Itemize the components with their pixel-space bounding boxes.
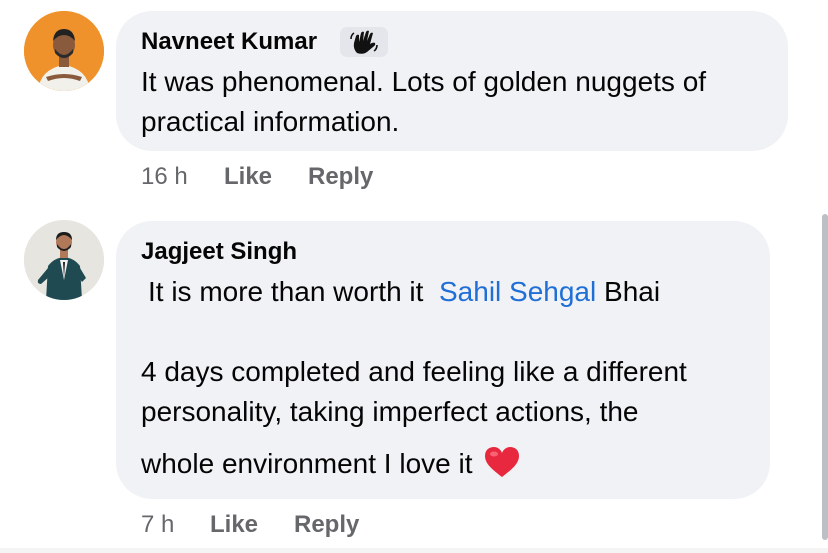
avatar-jagjeet-singh[interactable] — [24, 220, 104, 300]
reply-button[interactable]: Reply — [308, 163, 373, 191]
community-badge[interactable] — [340, 27, 388, 57]
comment-text-segment: Bhai — [604, 276, 661, 307]
divider — [0, 548, 828, 553]
mention-link[interactable]: Sahil Sehgal — [439, 276, 596, 307]
scrollbar-thumb[interactable] — [822, 214, 828, 540]
comment-author-name[interactable]: Jagjeet Singh — [141, 238, 297, 266]
like-button[interactable]: Like — [210, 511, 258, 539]
comment-text-line: It is more than worth it Sahil Sehgal Bh… — [148, 272, 660, 312]
comment-text-segment: whole environment I love it — [141, 448, 473, 479]
reply-button[interactable]: Reply — [294, 511, 359, 539]
avatar-navneet-kumar[interactable] — [24, 11, 104, 91]
comment-text-line: whole environment I love it — [141, 444, 521, 484]
red-heart-icon — [484, 447, 519, 477]
comment-author-name[interactable]: Navneet Kumar — [141, 28, 317, 56]
comment-text-line: personality, taking imperfect actions, t… — [141, 396, 639, 427]
person-photo-icon — [24, 220, 104, 300]
comment-timestamp[interactable]: 7 h — [141, 511, 174, 539]
comment-text-line: It was phenomenal. Lots of golden nugget… — [141, 66, 707, 97]
comment-text-line: 4 days completed and feeling like a diff… — [141, 356, 687, 387]
comment-text-segment: It is more than worth it — [148, 276, 424, 307]
comment-text-line: practical information. — [141, 106, 400, 137]
like-button[interactable]: Like — [224, 163, 272, 191]
waving-hand-icon — [350, 30, 378, 54]
person-photo-icon — [24, 11, 104, 91]
comment-timestamp[interactable]: 16 h — [141, 163, 188, 191]
